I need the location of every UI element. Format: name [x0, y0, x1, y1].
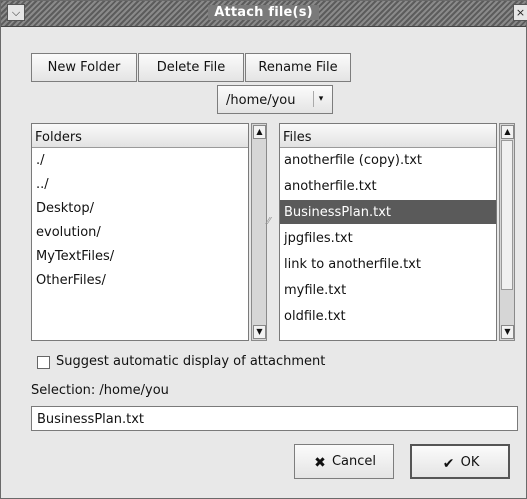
ok-label: OK [460, 455, 480, 470]
file-item[interactable]: myfile.txt [280, 278, 496, 302]
scroll-down-icon[interactable]: ▼ [253, 325, 266, 339]
scroll-up-icon[interactable]: ▲ [501, 125, 514, 139]
path-dropdown-value: /home/you [226, 93, 296, 108]
path-dropdown[interactable]: /home/you ▾ [217, 85, 333, 114]
files-scroll-thumb[interactable] [501, 140, 513, 290]
folders-list[interactable]: Folders ./ ../ Desktop/ evolution/ MyTex… [31, 123, 249, 341]
dropdown-arrow-icon: ▾ [313, 91, 328, 107]
title-bar[interactable]: ⌵ Attach file(s) × [1, 1, 527, 27]
folder-item[interactable]: ./ [32, 148, 248, 172]
file-item[interactable]: anotherfile.txt [280, 174, 496, 198]
suggest-display-checkbox[interactable] [37, 356, 50, 369]
files-list[interactable]: Files anotherfile (copy).txt anotherfile… [279, 123, 497, 341]
close-icon: × [515, 6, 526, 19]
file-item[interactable]: link to anotherfile.txt [280, 252, 496, 276]
cancel-button[interactable]: ✖ Cancel [294, 444, 394, 479]
cancel-label: Cancel [331, 454, 377, 469]
file-item[interactable]: oldfile.txt [280, 304, 496, 328]
delete-file-label: Delete File [156, 60, 226, 75]
selection-input-value: BusinessPlan.txt [37, 412, 145, 427]
file-item[interactable]: jpgfiles.txt [280, 226, 496, 250]
close-button[interactable]: × [513, 4, 527, 21]
scroll-up-icon[interactable]: ▲ [253, 125, 266, 139]
checkmark-icon: ✔ [442, 456, 455, 472]
selection-label: Selection: /home/you [31, 383, 169, 398]
rename-file-label: Rename File [258, 60, 338, 75]
folders-scrollbar[interactable]: ▲ ▼ [251, 123, 267, 341]
scroll-down-icon[interactable]: ▼ [501, 325, 514, 339]
cancel-icon: ✖ [314, 455, 326, 471]
rename-file-button[interactable]: Rename File [245, 53, 351, 82]
new-folder-label: New Folder [47, 60, 121, 75]
file-item-selected[interactable]: BusinessPlan.txt [280, 200, 496, 224]
files-column-header[interactable]: Files [280, 124, 496, 148]
selection-input[interactable]: BusinessPlan.txt [31, 406, 518, 431]
folder-item[interactable]: Desktop/ [32, 196, 248, 220]
new-folder-button[interactable]: New Folder [31, 53, 137, 82]
suggest-display-label: Suggest automatic display of attachment [56, 354, 326, 369]
folders-column-header[interactable]: Folders [32, 124, 248, 148]
window-title: Attach file(s) [1, 5, 526, 20]
pane-resize-grip-icon[interactable]: ⁄⁄ [267, 216, 270, 227]
folder-item[interactable]: OtherFiles/ [32, 268, 248, 292]
ok-button[interactable]: ✔ OK [410, 444, 510, 479]
files-scrollbar[interactable]: ▲ ▼ [499, 123, 515, 341]
file-item[interactable]: anotherfile (copy).txt [280, 148, 496, 172]
folder-item[interactable]: MyTextFiles/ [32, 244, 248, 268]
folder-item[interactable]: ../ [32, 172, 248, 196]
folder-item[interactable]: evolution/ [32, 220, 248, 244]
attach-file-dialog: ⌵ Attach file(s) × New Folder Delete Fil… [0, 0, 527, 499]
delete-file-button[interactable]: Delete File [138, 53, 244, 82]
